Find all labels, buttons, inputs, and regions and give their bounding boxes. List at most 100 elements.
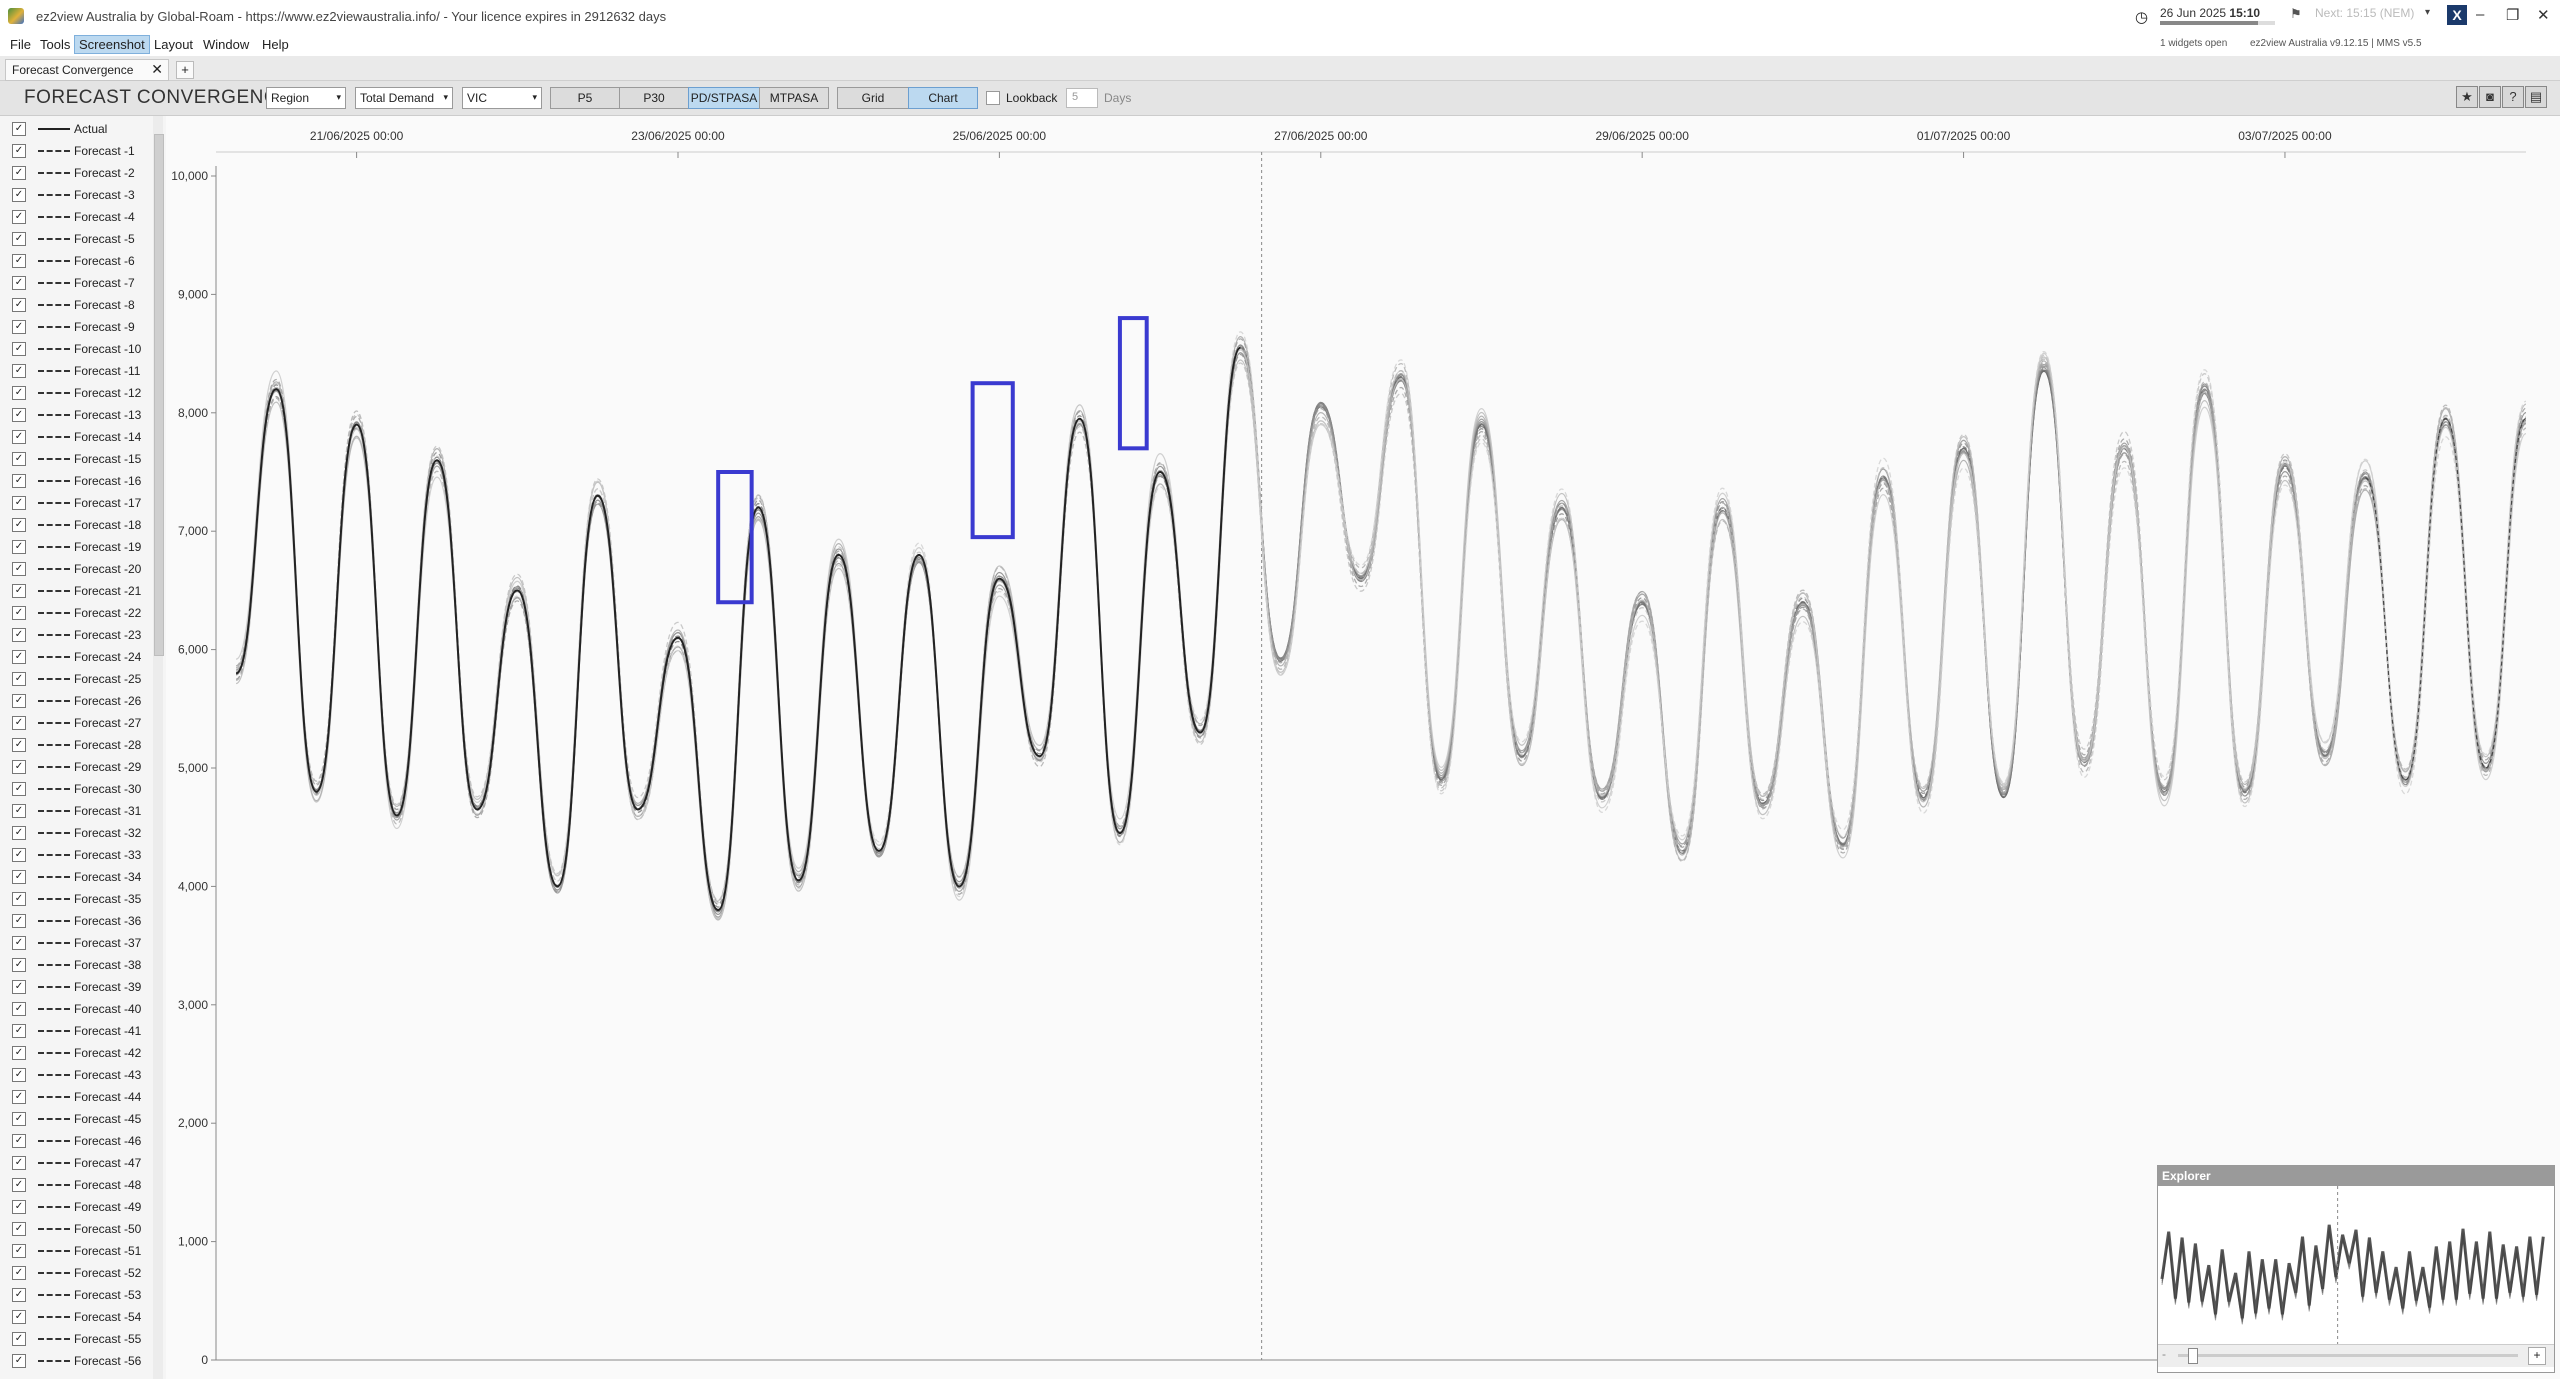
legend-item[interactable]: ✓ Forecast -41 <box>0 1020 150 1042</box>
restore-icon[interactable]: ❐ <box>2506 6 2519 24</box>
legend-item[interactable]: ✓ Forecast -49 <box>0 1196 150 1218</box>
next-dropdown-icon[interactable]: ▾ <box>2425 7 2430 18</box>
camera-icon[interactable]: ◙ <box>2479 86 2501 108</box>
series-checkbox[interactable]: ✓ <box>12 804 26 818</box>
menu-layout[interactable]: Layout <box>150 36 197 53</box>
series-checkbox[interactable]: ✓ <box>12 1134 26 1148</box>
series-checkbox[interactable]: ✓ <box>12 1090 26 1104</box>
series-checkbox[interactable]: ✓ <box>12 496 26 510</box>
minimize-icon[interactable]: – <box>2476 6 2484 23</box>
legend-item[interactable]: ✓ Forecast -37 <box>0 932 150 954</box>
tab-forecast-convergence[interactable]: Forecast Convergence ✕ <box>5 59 169 81</box>
p5-button[interactable]: P5 <box>550 87 620 109</box>
series-checkbox[interactable]: ✓ <box>12 232 26 246</box>
series-checkbox[interactable]: ✓ <box>12 408 26 422</box>
comment-icon[interactable]: ▤ <box>2525 86 2547 108</box>
zoom-in-button[interactable]: + <box>2528 1347 2546 1365</box>
legend-item[interactable]: ✓ Forecast -38 <box>0 954 150 976</box>
series-checkbox[interactable]: ✓ <box>12 1024 26 1038</box>
series-checkbox[interactable]: ✓ <box>12 1310 26 1324</box>
menu-tools[interactable]: Tools <box>36 36 74 53</box>
series-checkbox[interactable]: ✓ <box>12 1178 26 1192</box>
series-checkbox[interactable]: ✓ <box>12 1112 26 1126</box>
series-checkbox[interactable]: ✓ <box>12 452 26 466</box>
series-checkbox[interactable]: ✓ <box>12 122 26 136</box>
chart-view-button[interactable]: Chart <box>908 87 978 109</box>
legend-item[interactable]: ✓ Forecast -5 <box>0 228 150 250</box>
series-checkbox[interactable]: ✓ <box>12 694 26 708</box>
legend-item[interactable]: ✓ Forecast -10 <box>0 338 150 360</box>
series-checkbox[interactable]: ✓ <box>12 914 26 928</box>
series-checkbox[interactable]: ✓ <box>12 584 26 598</box>
legend-item[interactable]: ✓ Forecast -44 <box>0 1086 150 1108</box>
series-checkbox[interactable]: ✓ <box>12 1354 26 1368</box>
legend-item[interactable]: ✓ Forecast -4 <box>0 206 150 228</box>
series-checkbox[interactable]: ✓ <box>12 782 26 796</box>
legend-item[interactable]: ✓ Forecast -22 <box>0 602 150 624</box>
legend-item[interactable]: ✓ Forecast -46 <box>0 1130 150 1152</box>
close-window-icon[interactable]: ✕ <box>2537 6 2550 24</box>
series-checkbox[interactable]: ✓ <box>12 848 26 862</box>
series-checkbox[interactable]: ✓ <box>12 364 26 378</box>
legend-item[interactable]: ✓ Forecast -6 <box>0 250 150 272</box>
legend-item[interactable]: ✓ Forecast -51 <box>0 1240 150 1262</box>
legend-item[interactable]: ✓ Forecast -55 <box>0 1328 150 1350</box>
legend-item[interactable]: ✓ Forecast -30 <box>0 778 150 800</box>
legend-item[interactable]: ✓ Forecast -15 <box>0 448 150 470</box>
series-checkbox[interactable]: ✓ <box>12 430 26 444</box>
series-checkbox[interactable]: ✓ <box>12 870 26 884</box>
zoom-out-icon[interactable]: - <box>2162 1347 2166 1361</box>
mtpasa-button[interactable]: MTPASA <box>759 87 829 109</box>
help-icon[interactable]: ? <box>2502 86 2524 108</box>
series-checkbox[interactable]: ✓ <box>12 144 26 158</box>
series-checkbox[interactable]: ✓ <box>12 1156 26 1170</box>
menu-window[interactable]: Window <box>199 36 253 53</box>
series-checkbox[interactable]: ✓ <box>12 1288 26 1302</box>
legend-scroll-thumb[interactable] <box>154 134 164 656</box>
series-checkbox[interactable]: ✓ <box>12 210 26 224</box>
legend-item[interactable]: ✓ Forecast -35 <box>0 888 150 910</box>
series-checkbox[interactable]: ✓ <box>12 650 26 664</box>
legend-item[interactable]: ✓ Forecast -26 <box>0 690 150 712</box>
close-tab-icon[interactable]: ✕ <box>151 61 163 78</box>
legend-item[interactable]: ✓ Forecast -17 <box>0 492 150 514</box>
legend-item[interactable]: ✓ Forecast -40 <box>0 998 150 1020</box>
legend-item[interactable]: ✓ Forecast -14 <box>0 426 150 448</box>
region-dropdown[interactable]: Region ▾ <box>266 87 346 109</box>
series-checkbox[interactable]: ✓ <box>12 1266 26 1280</box>
series-checkbox[interactable]: ✓ <box>12 166 26 180</box>
legend-item[interactable]: ✓ Forecast -9 <box>0 316 150 338</box>
legend-item[interactable]: ✓ Forecast -48 <box>0 1174 150 1196</box>
legend-item[interactable]: ✓ Forecast -13 <box>0 404 150 426</box>
p30-button[interactable]: P30 <box>619 87 689 109</box>
legend-item[interactable]: ✓ Forecast -47 <box>0 1152 150 1174</box>
legend-item[interactable]: ✓ Forecast -36 <box>0 910 150 932</box>
add-tab-button[interactable]: + <box>176 61 194 79</box>
series-checkbox[interactable]: ✓ <box>12 1332 26 1346</box>
legend-item[interactable]: ✓ Forecast -11 <box>0 360 150 382</box>
legend-item[interactable]: ✓ Forecast -23 <box>0 624 150 646</box>
series-checkbox[interactable]: ✓ <box>12 1222 26 1236</box>
legend-item[interactable]: ✓ Forecast -25 <box>0 668 150 690</box>
legend-item[interactable]: ✓ Forecast -39 <box>0 976 150 998</box>
series-checkbox[interactable]: ✓ <box>12 386 26 400</box>
series-checkbox[interactable]: ✓ <box>12 1244 26 1258</box>
explorer-mini-chart[interactable] <box>2158 1186 2554 1344</box>
legend-item[interactable]: ✓ Forecast -31 <box>0 800 150 822</box>
legend-scrollbar[interactable] <box>153 116 164 1379</box>
flag-icon[interactable]: ⚑ <box>2290 6 2302 22</box>
lookback-checkbox[interactable] <box>986 91 1000 105</box>
series-checkbox[interactable]: ✓ <box>12 672 26 686</box>
series-checkbox[interactable]: ✓ <box>12 716 26 730</box>
legend-item[interactable]: ✓ Actual <box>0 118 150 140</box>
legend-item[interactable]: ✓ Forecast -20 <box>0 558 150 580</box>
series-checkbox[interactable]: ✓ <box>12 298 26 312</box>
legend-item[interactable]: ✓ Forecast -3 <box>0 184 150 206</box>
legend-item[interactable]: ✓ Forecast -42 <box>0 1042 150 1064</box>
slider-handle[interactable] <box>2188 1348 2198 1364</box>
legend-item[interactable]: ✓ Forecast -29 <box>0 756 150 778</box>
pd-stpasa-button[interactable]: PD/STPASA <box>688 87 760 109</box>
legend-item[interactable]: ✓ Forecast -56 <box>0 1350 150 1372</box>
series-checkbox[interactable]: ✓ <box>12 826 26 840</box>
series-checkbox[interactable]: ✓ <box>12 980 26 994</box>
